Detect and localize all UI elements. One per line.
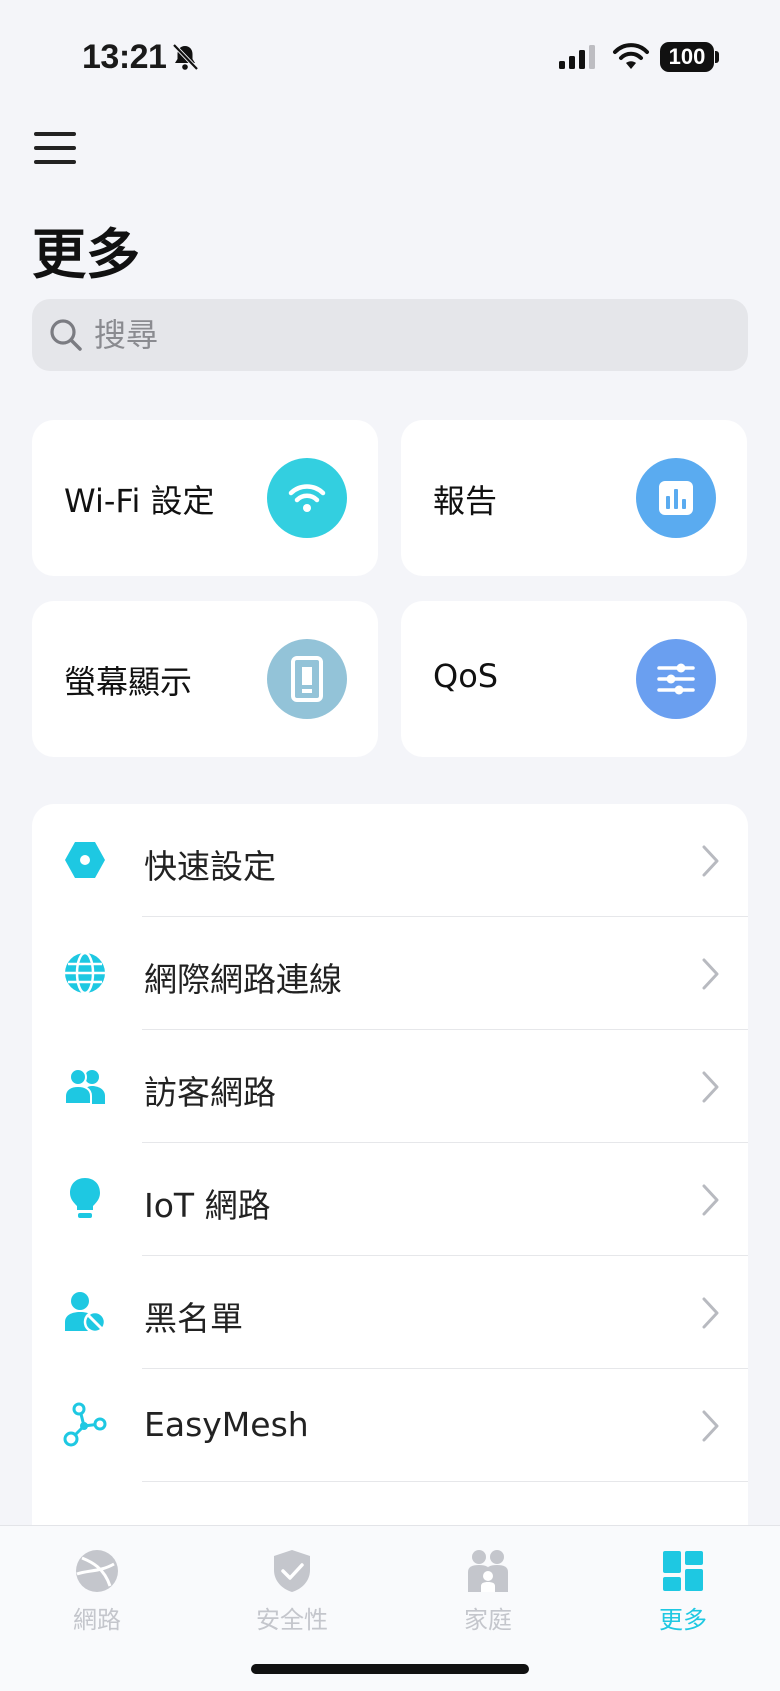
family-icon — [468, 1550, 508, 1592]
tab-security[interactable]: 安全性 — [232, 1548, 352, 1648]
menu-line — [34, 132, 76, 136]
tab-family[interactable]: 家庭 — [428, 1548, 548, 1648]
lightbulb-icon — [62, 1176, 108, 1222]
search-bar[interactable] — [32, 299, 748, 371]
tab-label: 家庭 — [464, 1606, 512, 1634]
battery-cap — [715, 51, 719, 63]
card-label: QoS — [433, 657, 499, 695]
mesh-nodes-icon — [62, 1402, 108, 1448]
sliders-icon — [636, 639, 716, 719]
chevron-right-icon — [702, 845, 719, 877]
search-input[interactable] — [94, 316, 694, 354]
search-icon — [50, 319, 82, 351]
battery-indicator: 100 — [660, 42, 714, 72]
list-item-blacklist[interactable]: 黑名單 — [32, 1256, 748, 1369]
list-item-guest-network[interactable]: 訪客網路 — [32, 1030, 748, 1143]
divider — [142, 1481, 748, 1482]
menu-line — [34, 146, 76, 150]
list-item-internet-connection[interactable]: 網際網路連線 — [32, 917, 748, 1030]
tab-more[interactable]: 更多 — [623, 1548, 743, 1648]
chevron-right-icon — [702, 1297, 719, 1329]
card-qos[interactable]: QoS — [401, 601, 747, 757]
tab-label: 安全性 — [256, 1606, 328, 1634]
list-item-iot-network[interactable]: IoT 網路 — [32, 1143, 748, 1256]
card-display[interactable]: 螢幕顯示 — [32, 601, 378, 757]
chevron-right-icon — [702, 1071, 719, 1103]
card-label: 報告 — [433, 482, 498, 520]
menu-line — [34, 160, 76, 164]
chevron-right-icon — [702, 958, 719, 990]
list-item-label: 黑名單 — [144, 1299, 243, 1338]
list-item-label: EasyMesh — [144, 1405, 309, 1444]
status-bar: 13:21 100 — [0, 0, 780, 110]
globe-icon — [76, 1550, 118, 1592]
list-item-label: 訪客網路 — [144, 1073, 276, 1112]
shield-check-icon — [274, 1550, 310, 1592]
chevron-right-icon — [702, 1184, 719, 1216]
hamburger-menu-button[interactable] — [34, 132, 78, 168]
list-item-label: 快速設定 — [144, 847, 276, 886]
card-wifi-settings[interactable]: Wi-Fi 設定 — [32, 420, 378, 576]
card-reports[interactable]: 報告 — [401, 420, 747, 576]
list-item-label: IoT 網路 — [144, 1186, 271, 1225]
grid-more-icon — [663, 1551, 703, 1591]
cell-signal-icon — [559, 45, 595, 69]
display-panel-icon — [267, 639, 347, 719]
tab-label: 更多 — [659, 1606, 707, 1634]
wifi-status-icon — [613, 43, 649, 69]
hexagon-setup-icon — [62, 837, 108, 883]
settings-list: 快速設定 網際網路連線 訪客網路 IoT 網路 黑名單 EasyMesh — [32, 804, 748, 1544]
list-item-quick-setup[interactable]: 快速設定 — [32, 804, 748, 917]
card-label: 螢幕顯示 — [64, 663, 193, 701]
home-indicator — [251, 1664, 529, 1674]
page-title: 更多 — [32, 223, 140, 286]
guests-icon — [62, 1063, 108, 1109]
globe-icon — [62, 950, 108, 996]
tab-network[interactable]: 網路 — [37, 1548, 157, 1648]
status-time: 13:21 — [82, 38, 167, 76]
wifi-icon — [267, 458, 347, 538]
card-label: Wi-Fi 設定 — [64, 482, 215, 520]
list-item-easymesh[interactable]: EasyMesh — [32, 1369, 748, 1482]
user-blocked-icon — [62, 1289, 108, 1335]
tab-label: 網路 — [73, 1606, 121, 1634]
list-item-label: 網際網路連線 — [144, 960, 342, 999]
bar-chart-icon — [636, 458, 716, 538]
bell-muted-icon — [172, 43, 199, 71]
chevron-right-icon — [702, 1410, 719, 1442]
